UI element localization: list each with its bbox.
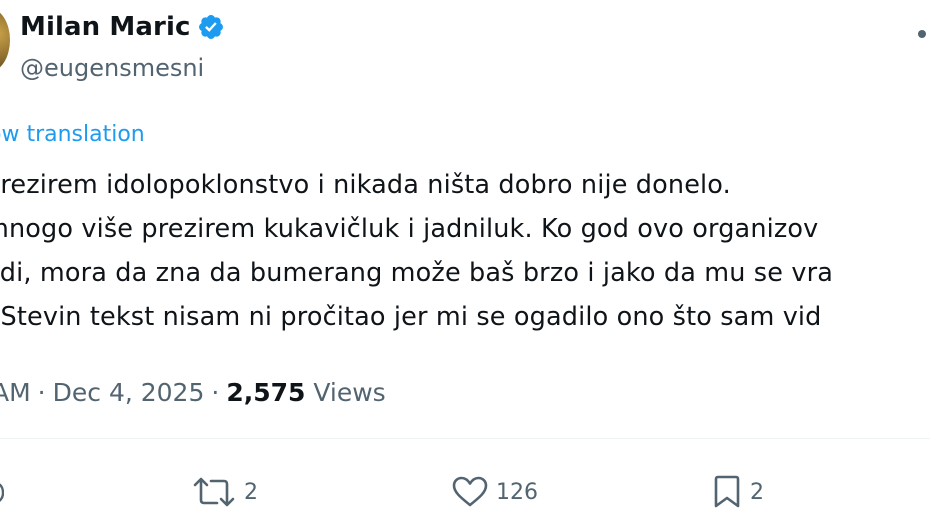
divider [0, 438, 930, 439]
tweet-text-line: mnogo više prezirem kukavičluk i jadnilu… [0, 214, 819, 244]
tweet-text-line: adi, mora da zna da bumerang može baš br… [0, 258, 833, 288]
bookmark-button[interactable]: 2 [712, 474, 764, 510]
bookmark-icon [712, 475, 742, 509]
tweet-meta: AM · Dec 4, 2025 · 2,575 Views [0, 378, 386, 407]
meta-separator: · [211, 378, 220, 407]
tweet-text-line: prezirem idolopoklonstvo i nikada ništa … [0, 170, 731, 200]
like-button[interactable]: 126 [452, 474, 538, 510]
repost-icon [192, 476, 236, 508]
views-label: Views [313, 378, 386, 407]
like-count: 126 [496, 479, 538, 505]
tweet-date[interactable]: Dec 4, 2025 [53, 378, 205, 407]
author-handle[interactable]: @eugensmesni [20, 54, 204, 82]
avatar[interactable] [0, 8, 10, 72]
reply-icon[interactable] [0, 480, 5, 506]
verified-badge-icon [197, 13, 225, 41]
tweet-card: Milan Maric @eugensmesni ow translation … [0, 0, 930, 525]
repost-button[interactable]: 2 [192, 474, 258, 510]
meta-separator: · [37, 378, 46, 407]
more-icon[interactable] [918, 30, 926, 38]
tweet-time[interactable]: AM [0, 378, 31, 407]
author-display-name[interactable]: Milan Maric [20, 12, 190, 42]
tweet-text-line: . Stevin tekst nisam ni pročitao jer mi … [0, 302, 822, 332]
heart-icon [452, 476, 488, 508]
author-name-row: Milan Maric [20, 12, 225, 42]
bookmark-count: 2 [750, 479, 764, 505]
show-translation-link[interactable]: ow translation [0, 122, 145, 147]
repost-count: 2 [244, 479, 258, 505]
views-count: 2,575 [226, 378, 306, 407]
